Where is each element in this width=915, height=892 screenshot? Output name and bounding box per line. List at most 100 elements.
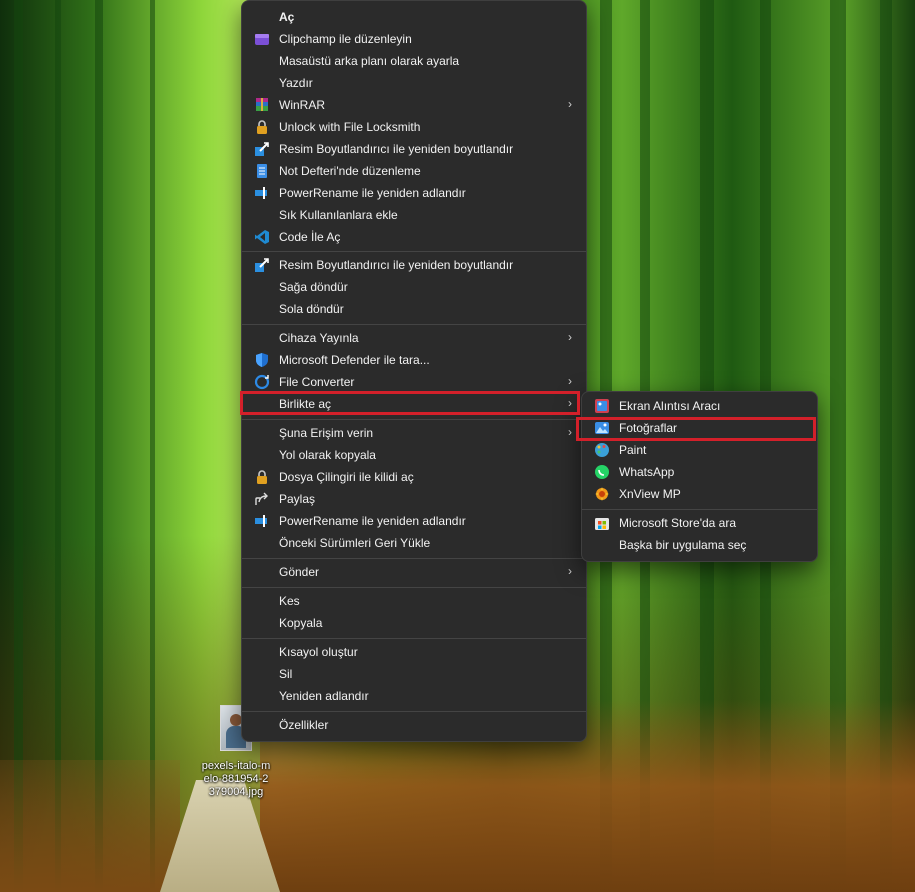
menu-item-payla[interactable]: Paylaş: [246, 488, 582, 510]
menu-item-label: Cihaza Yayınla: [279, 331, 359, 345]
notepad-icon: [254, 163, 270, 179]
submenu-item-paint[interactable]: Paint: [586, 439, 813, 461]
vscode-icon: [254, 229, 270, 245]
menu-item-label: Şuna Erişim verin: [279, 426, 374, 440]
ms-store-icon: [594, 515, 610, 531]
menu-item-label: Ekran Alıntısı Aracı: [619, 399, 721, 413]
menu-item-sa-a-d-nd-r[interactable]: Sağa döndür: [246, 276, 582, 298]
submenu-item-whatsapp[interactable]: WhatsApp: [586, 461, 813, 483]
menu-item-label: Paylaş: [279, 492, 316, 506]
menu-item-label: Özellikler: [279, 718, 329, 732]
menu-item-label: Code İle Aç: [279, 230, 341, 244]
menu-item-kes[interactable]: Kes: [246, 590, 582, 612]
menu-item-label: PowerRename ile yeniden adlandır: [279, 514, 466, 528]
file-converter-icon: [254, 374, 270, 390]
menu-item-clipchamp-ile-d-zenleyin[interactable]: Clipchamp ile düzenleyin: [246, 28, 582, 50]
menu-item-label: Microsoft Store'da ara: [619, 516, 737, 530]
menu-item-label: Sola döndür: [279, 302, 344, 316]
submenu-item-ba-ka-bir-uygulama-se[interactable]: Başka bir uygulama seç: [586, 534, 813, 556]
snipping-tool-icon: [594, 398, 610, 414]
menu-separator: [242, 587, 586, 588]
menu-item-label: Masaüstü arka planı olarak ayarla: [279, 54, 460, 68]
menu-item-label: Önceki Sürümleri Geri Yükle: [279, 536, 431, 550]
menu-item-yazd-r[interactable]: Yazdır: [246, 72, 582, 94]
menu-item-unlock-with-file-locksmith[interactable]: Unlock with File Locksmith: [246, 116, 582, 138]
menu-separator: [242, 419, 586, 420]
bamboo-stalk: [14, 0, 23, 892]
grass-left: [0, 760, 180, 892]
menu-separator: [242, 638, 586, 639]
menu-item-label: Kısayol oluştur: [279, 645, 358, 659]
menu-item-not-defteri-nde-d-zenleme[interactable]: Not Defteri'nde düzenleme: [246, 160, 582, 182]
menu-item-label: Yol olarak kopyala: [279, 448, 376, 462]
menu-item-masa-st-arka-plan-olarak-ayarla[interactable]: Masaüstü arka planı olarak ayarla: [246, 50, 582, 72]
submenu-item-ekran-al-nt-s-arac[interactable]: Ekran Alıntısı Aracı: [586, 395, 813, 417]
chevron-right-icon: ›: [568, 330, 572, 344]
menu-item-label: Clipchamp ile düzenleyin: [279, 32, 412, 46]
menu-item-label: Gönder: [279, 565, 320, 579]
paint-icon: [594, 442, 610, 458]
bamboo-stalk: [95, 0, 103, 892]
menu-item-powerrename-ile-yeniden-adland-r[interactable]: PowerRename ile yeniden adlandır: [246, 182, 582, 204]
menu-item-label: Sağa döndür: [279, 280, 348, 294]
menu-item-label: Resim Boyutlandırıcı ile yeniden boyutla…: [279, 142, 514, 156]
bamboo-stalk: [150, 0, 155, 892]
powerrename-icon: [254, 513, 270, 529]
menu-item-k-sayol-olu-tur[interactable]: Kısayol oluştur: [246, 641, 582, 663]
chevron-right-icon: ›: [568, 97, 572, 111]
chevron-right-icon: ›: [568, 564, 572, 578]
menu-item-resim-boyutland-r-c-ile-yeniden-boyutland-r[interactable]: Resim Boyutlandırıcı ile yeniden boyutla…: [246, 254, 582, 276]
menu-item-sil[interactable]: Sil: [246, 663, 582, 685]
highlight-birlikte-ac: [240, 391, 580, 415]
menu-item-yeniden-adland-r[interactable]: Yeniden adlandır: [246, 685, 582, 707]
powerrename-icon: [254, 185, 270, 201]
chevron-right-icon: ›: [568, 425, 572, 439]
menu-item-label: Kes: [279, 594, 300, 608]
menu-item-powerrename-ile-yeniden-adland-r[interactable]: PowerRename ile yeniden adlandır: [246, 510, 582, 532]
menu-item-label: Resim Boyutlandırıcı ile yeniden boyutla…: [279, 258, 514, 272]
submenu-item-xnview-mp[interactable]: XnView MP: [586, 483, 813, 505]
whatsapp-icon: [594, 464, 610, 480]
menu-item-yol-olarak-kopyala[interactable]: Yol olarak kopyala: [246, 444, 582, 466]
menu-item-una-eri-im-verin[interactable]: Şuna Erişim verin ›: [246, 422, 582, 444]
menu-separator: [242, 558, 586, 559]
menu-item-label: File Converter: [279, 375, 355, 389]
submenu-item-microsoft-store-da-ara[interactable]: Microsoft Store'da ara: [586, 512, 813, 534]
menu-item-label: WhatsApp: [619, 465, 675, 479]
menu-item-label: Not Defteri'nde düzenleme: [279, 164, 421, 178]
menu-item-label: Başka bir uygulama seç: [619, 538, 747, 552]
menu-item-winrar[interactable]: WinRAR ›: [246, 94, 582, 116]
menu-item-nceki-s-r-mleri-geri-y-kle[interactable]: Önceki Sürümleri Geri Yükle: [246, 532, 582, 554]
menu-item-s-k-kullan-lanlara-ekle[interactable]: Sık Kullanılanlara ekle: [246, 204, 582, 226]
menu-item-microsoft-defender-ile-tara[interactable]: Microsoft Defender ile tara...: [246, 349, 582, 371]
menu-item-label: Yeniden adlandır: [279, 689, 369, 703]
xnview-icon: [594, 486, 610, 502]
menu-item-g-nder[interactable]: Gönder ›: [246, 561, 582, 583]
menu-item-a[interactable]: Aç: [246, 6, 582, 28]
menu-item-label: WinRAR: [279, 98, 326, 112]
menu-item-label: Paint: [619, 443, 647, 457]
menu-item-code-i-le-a[interactable]: Code İle Aç: [246, 226, 582, 248]
lock-icon: [254, 469, 270, 485]
menu-item-label: XnView MP: [619, 487, 681, 501]
menu-item-zellikler[interactable]: Özellikler: [246, 714, 582, 736]
bamboo-stalk: [55, 0, 61, 892]
image-resizer-icon: [254, 257, 270, 273]
menu-item-file-converter[interactable]: File Converter ›: [246, 371, 582, 393]
context-menu: Aç Clipchamp ile düzenleyin Masaüstü arka …: [241, 0, 587, 742]
share-icon: [254, 491, 270, 507]
lock-icon: [254, 119, 270, 135]
menu-separator: [242, 251, 586, 252]
menu-item-label: PowerRename ile yeniden adlandır: [279, 186, 466, 200]
menu-item-kopyala[interactable]: Kopyala: [246, 612, 582, 634]
menu-item-dosya-ilingiri-ile-kilidi-a[interactable]: Dosya Çilingiri ile kilidi aç: [246, 466, 582, 488]
menu-item-label: Sil: [279, 667, 293, 681]
menu-item-sola-d-nd-r[interactable]: Sola döndür: [246, 298, 582, 320]
menu-item-cihaza-yay-nla[interactable]: Cihaza Yayınla ›: [246, 327, 582, 349]
menu-item-resim-boyutland-r-c-ile-yeniden-boyutland-r[interactable]: Resim Boyutlandırıcı ile yeniden boyutla…: [246, 138, 582, 160]
menu-separator: [582, 509, 817, 510]
menu-item-label: Unlock with File Locksmith: [279, 120, 421, 134]
desktop-file-label: pexels-italo-melo-881954-2379004.jpg: [201, 760, 271, 798]
highlight-fotograflar: [576, 417, 816, 441]
menu-item-label: Dosya Çilingiri ile kilidi aç: [279, 470, 414, 484]
